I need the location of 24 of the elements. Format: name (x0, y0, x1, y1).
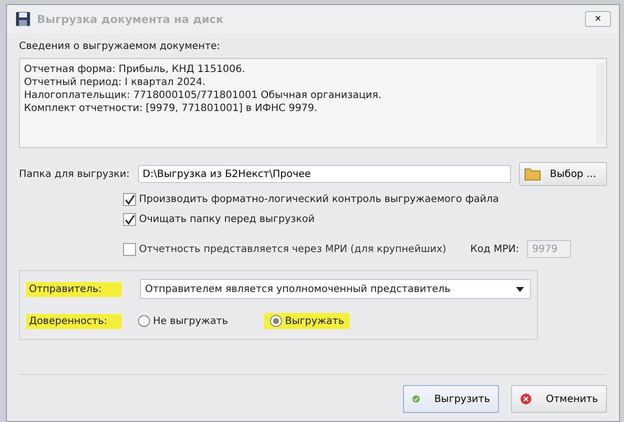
browse-button[interactable]: Выбор ... (518, 162, 607, 186)
sender-dropdown[interactable]: Отправителем является уполномоченный представитель (140, 279, 531, 299)
folder-icon (524, 167, 542, 181)
export-button[interactable]: Выгрузить (403, 385, 499, 413)
checkbox-option[interactable]: Производить форматно-логический контроль выгружаемого файла (123, 193, 607, 206)
checkmark-icon (124, 194, 135, 206)
info-label: Сведения о выгружаемом документе: (19, 41, 222, 52)
info-line: Налогоплательщик: 7718000105/771801001 Обычная организация. (24, 89, 382, 102)
info-line: Комплект отчетности: [9979, 771801001] в ИФНС 9979. (24, 102, 318, 115)
window-title: Выгрузка документа на диск (37, 12, 224, 26)
close-button[interactable]: × (585, 11, 611, 27)
dropdown-arrow-icon (516, 286, 524, 292)
info-line: Отчетный период: I квартал 2024. (24, 76, 206, 89)
sender-label: Отправитель: (26, 282, 122, 296)
proxy-label: Доверенность: (26, 314, 122, 328)
radio-option[interactable]: Не выгружать (132, 313, 234, 329)
cancel-button[interactable]: Отменить (511, 385, 607, 413)
folder-label: Папка для выгрузки: (19, 168, 130, 180)
info-line: Отчетная форма: Прибыль, КНД 1151006. (24, 63, 246, 76)
folder-path-field[interactable]: D:\Выгрузка из Б2Некст\Прочее (138, 165, 511, 183)
checkbox-option[interactable]: Очищать папку перед выгрузкой (123, 213, 607, 226)
checkmark-icon (124, 214, 135, 226)
mri-code-label: Код МРИ: (470, 244, 520, 254)
radio-option[interactable]: Выгружать (264, 313, 350, 329)
